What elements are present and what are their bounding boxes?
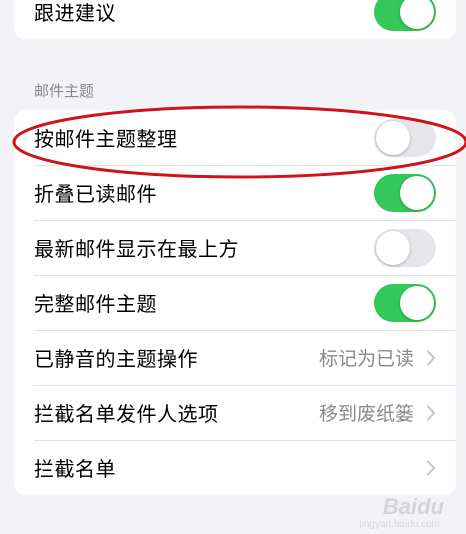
toggle-knob [400, 175, 434, 210]
toggle-knob [376, 230, 410, 265]
settings-group-top: 跟进建议 [14, 0, 456, 39]
row-label: 拦截名单发件人选项 [34, 402, 219, 426]
row-value: 移到废纸篓 [318, 403, 414, 425]
row-value: 标记为已读 [318, 348, 414, 370]
organize-by-thread-toggle[interactable] [374, 118, 436, 157]
collapse-read-messages-toggle[interactable] [374, 173, 436, 212]
row-blocked[interactable]: 拦截名单 [14, 440, 456, 495]
row-complete-threads[interactable]: 完整邮件主题 [14, 275, 456, 330]
row-label: 跟进建议 [34, 1, 116, 25]
row-label: 折叠已读邮件 [34, 182, 157, 206]
watermark-logo: Baidu [382, 494, 444, 519]
row-label: 最新邮件显示在最上方 [34, 237, 239, 261]
row-organize-by-thread[interactable]: 按邮件主题整理 [14, 110, 456, 165]
row-muted-thread-action[interactable]: 已静音的主题操作 标记为已读 [14, 330, 456, 385]
toggle-knob [400, 285, 434, 320]
toggle-knob [376, 120, 410, 155]
follow-up-suggestions-toggle[interactable] [374, 0, 436, 31]
watermark-subtext: jingyan.baidu.com [359, 519, 440, 530]
chevron-right-icon [427, 350, 435, 365]
section-header-threading: 邮件主题 [34, 82, 95, 100]
row-blocked-sender-options[interactable]: 拦截名单发件人选项 移到废纸篓 [14, 385, 456, 440]
most-recent-on-top-toggle[interactable] [374, 228, 436, 267]
row-label: 完整邮件主题 [34, 292, 157, 316]
row-label: 已静音的主题操作 [34, 347, 198, 371]
chevron-right-icon [427, 405, 435, 420]
settings-group-threading: 按邮件主题整理 折叠已读邮件 最新邮件显示在最上方 完整邮件主题 已静音的主题操… [14, 110, 456, 495]
row-follow-up-suggestions[interactable]: 跟进建议 [14, 0, 456, 39]
row-label: 拦截名单 [34, 457, 116, 481]
row-collapse-read-messages[interactable]: 折叠已读邮件 [14, 165, 456, 220]
complete-threads-toggle[interactable] [374, 283, 436, 322]
chevron-right-icon [427, 460, 435, 475]
row-most-recent-on-top[interactable]: 最新邮件显示在最上方 [14, 220, 456, 275]
toggle-knob [400, 0, 434, 29]
row-label: 按邮件主题整理 [34, 127, 178, 151]
